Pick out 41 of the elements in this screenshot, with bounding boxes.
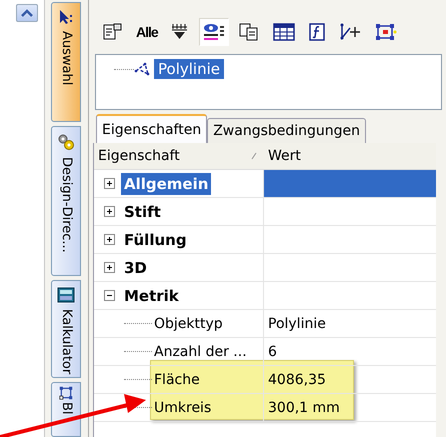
property-name[interactable]: Anzahl der ... bbox=[152, 344, 247, 360]
gears-icon bbox=[57, 133, 75, 151]
property-value: Polylinie bbox=[268, 316, 326, 332]
side-tab[interactable]: Design-Direc... bbox=[51, 126, 81, 276]
expand-icon[interactable] bbox=[104, 262, 115, 273]
column-header[interactable]: Wert bbox=[264, 148, 301, 164]
tab[interactable]: Eigenschaften bbox=[96, 114, 208, 143]
tab[interactable]: Zwangsbedingungen bbox=[207, 118, 366, 143]
property-value: 6 bbox=[268, 344, 277, 360]
property-name[interactable]: Umkreis bbox=[152, 400, 212, 416]
category-label[interactable]: 3D bbox=[121, 256, 150, 278]
filter-all-button[interactable]: Alle bbox=[133, 18, 161, 46]
category-label[interactable]: Füllung bbox=[121, 228, 190, 250]
tree-line bbox=[124, 323, 152, 324]
side-tab[interactable]: Kalkulator bbox=[51, 280, 81, 378]
caret-icon bbox=[21, 9, 33, 17]
layer-eye-icon[interactable] bbox=[198, 18, 229, 46]
tree-line bbox=[124, 379, 152, 380]
polyline-icon bbox=[134, 62, 152, 76]
scroll-up-button[interactable] bbox=[16, 4, 38, 22]
property-name[interactable]: Fläche bbox=[152, 372, 200, 388]
property-value: 300,1 mm bbox=[268, 400, 340, 416]
category-label[interactable]: Allgemein bbox=[121, 172, 212, 194]
property-name[interactable]: Objekttyp bbox=[152, 316, 223, 332]
block-icon bbox=[59, 386, 73, 400]
category-label[interactable]: Stift bbox=[121, 200, 164, 222]
tree-item[interactable]: Polylinie bbox=[154, 59, 224, 79]
property-value: 4086,35 bbox=[268, 372, 326, 388]
side-tab[interactable]: Bl bbox=[51, 382, 81, 437]
expand-icon[interactable] bbox=[104, 206, 115, 217]
side-tab[interactable]: Auswahl bbox=[51, 2, 81, 122]
expand-icon[interactable] bbox=[104, 178, 115, 189]
tree-line bbox=[124, 351, 152, 352]
sort-icon bbox=[251, 152, 257, 160]
category-label[interactable]: Metrik bbox=[121, 284, 182, 306]
column-header[interactable]: Eigenschaft bbox=[94, 148, 244, 164]
cursor-icon bbox=[58, 9, 74, 25]
calculator-icon bbox=[57, 287, 75, 303]
collapse-icon[interactable] bbox=[104, 290, 115, 301]
expand-icon[interactable] bbox=[104, 234, 115, 245]
tree-line bbox=[114, 68, 134, 70]
